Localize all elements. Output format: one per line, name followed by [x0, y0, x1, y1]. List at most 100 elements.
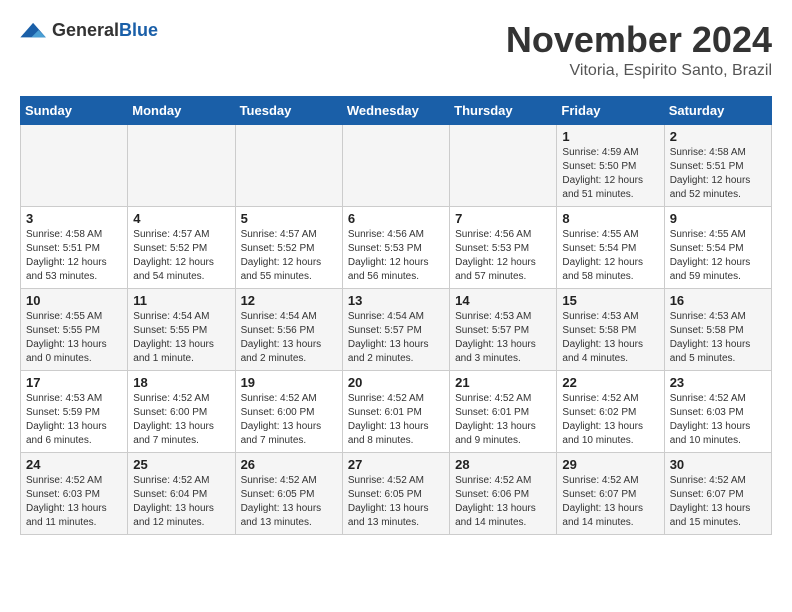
logo-blue-text: Blue	[119, 20, 158, 40]
day-number: 10	[26, 293, 122, 308]
day-number: 17	[26, 375, 122, 390]
calendar-cell: 11 Sunrise: 4:54 AM Sunset: 5:55 PM Dayli…	[128, 288, 235, 370]
logo: GeneralBlue	[20, 20, 158, 41]
week-row-2: 3 Sunrise: 4:58 AM Sunset: 5:51 PM Daylig…	[21, 206, 772, 288]
day-number: 9	[670, 211, 766, 226]
calendar-cell: 16 Sunrise: 4:53 AM Sunset: 5:58 PM Dayli…	[664, 288, 771, 370]
calendar-cell: 17 Sunrise: 4:53 AM Sunset: 5:59 PM Dayli…	[21, 370, 128, 452]
day-info: Sunrise: 4:52 AM Sunset: 6:01 PM Dayligh…	[348, 393, 429, 446]
day-info: Sunrise: 4:58 AM Sunset: 5:51 PM Dayligh…	[26, 229, 107, 282]
calendar-cell: 7 Sunrise: 4:56 AM Sunset: 5:53 PM Daylig…	[450, 206, 557, 288]
day-header-tuesday: Tuesday	[235, 96, 342, 124]
day-number: 7	[455, 211, 551, 226]
day-info: Sunrise: 4:54 AM Sunset: 5:57 PM Dayligh…	[348, 311, 429, 364]
day-info: Sunrise: 4:58 AM Sunset: 5:51 PM Dayligh…	[670, 147, 751, 200]
day-header-saturday: Saturday	[664, 96, 771, 124]
day-number: 18	[133, 375, 229, 390]
day-header-wednesday: Wednesday	[342, 96, 449, 124]
day-number: 28	[455, 457, 551, 472]
day-info: Sunrise: 4:54 AM Sunset: 5:56 PM Dayligh…	[241, 311, 322, 364]
calendar-cell: 5Sunrise: 4:57 AM Sunset: 5:52 PM Daylig…	[235, 206, 342, 288]
calendar-cell: 20Sunrise: 4:52 AM Sunset: 6:01 PM Dayli…	[342, 370, 449, 452]
calendar-cell	[21, 124, 128, 206]
day-info: Sunrise: 4:54 AM Sunset: 5:55 PM Dayligh…	[133, 311, 214, 364]
calendar-cell: 1Sunrise: 4:59 AM Sunset: 5:50 PM Daylig…	[557, 124, 664, 206]
week-row-4: 17 Sunrise: 4:53 AM Sunset: 5:59 PM Dayli…	[21, 370, 772, 452]
calendar-cell: 15Sunrise: 4:53 AM Sunset: 5:58 PM Dayli…	[557, 288, 664, 370]
day-info: Sunrise: 4:55 AM Sunset: 5:54 PM Dayligh…	[670, 229, 751, 282]
day-number: 25	[133, 457, 229, 472]
calendar-cell: 29Sunrise: 4:52 AM Sunset: 6:07 PM Dayli…	[557, 452, 664, 534]
day-info: Sunrise: 4:52 AM Sunset: 6:03 PM Dayligh…	[26, 475, 107, 528]
calendar-cell: 6 Sunrise: 4:56 AM Sunset: 5:53 PM Daylig…	[342, 206, 449, 288]
week-row-5: 24 Sunrise: 4:52 AM Sunset: 6:03 PM Dayli…	[21, 452, 772, 534]
day-number: 19	[241, 375, 337, 390]
day-info: Sunrise: 4:56 AM Sunset: 5:53 PM Dayligh…	[348, 229, 429, 282]
day-number: 4	[133, 211, 229, 226]
day-number: 1	[562, 129, 658, 144]
day-info: Sunrise: 4:52 AM Sunset: 6:04 PM Dayligh…	[133, 475, 214, 528]
day-info: Sunrise: 4:52 AM Sunset: 6:02 PM Dayligh…	[562, 393, 643, 446]
calendar-cell: 24 Sunrise: 4:52 AM Sunset: 6:03 PM Dayli…	[21, 452, 128, 534]
day-header-monday: Monday	[128, 96, 235, 124]
calendar-body: 1Sunrise: 4:59 AM Sunset: 5:50 PM Daylig…	[21, 124, 772, 534]
calendar-cell: 12Sunrise: 4:54 AM Sunset: 5:56 PM Dayli…	[235, 288, 342, 370]
day-number: 16	[670, 293, 766, 308]
location-title: Vitoria, Espirito Santo, Brazil	[506, 62, 772, 80]
calendar-cell: 23Sunrise: 4:52 AM Sunset: 6:03 PM Dayli…	[664, 370, 771, 452]
calendar-cell: 3 Sunrise: 4:58 AM Sunset: 5:51 PM Daylig…	[21, 206, 128, 288]
calendar-cell: 19 Sunrise: 4:52 AM Sunset: 6:00 PM Dayli…	[235, 370, 342, 452]
title-area: November 2024 Vitoria, Espirito Santo, B…	[506, 20, 772, 80]
day-number: 11	[133, 293, 229, 308]
day-number: 24	[26, 457, 122, 472]
month-title: November 2024	[506, 20, 772, 60]
calendar-header-row: SundayMondayTuesdayWednesdayThursdayFrid…	[21, 96, 772, 124]
week-row-3: 10 Sunrise: 4:55 AM Sunset: 5:55 PM Dayli…	[21, 288, 772, 370]
logo-icon	[20, 21, 48, 41]
calendar-cell: 28Sunrise: 4:52 AM Sunset: 6:06 PM Dayli…	[450, 452, 557, 534]
day-info: Sunrise: 4:53 AM Sunset: 5:58 PM Dayligh…	[670, 311, 751, 364]
day-info: Sunrise: 4:55 AM Sunset: 5:55 PM Dayligh…	[26, 311, 107, 364]
calendar-cell	[128, 124, 235, 206]
day-number: 30	[670, 457, 766, 472]
day-number: 2	[670, 129, 766, 144]
calendar-cell	[342, 124, 449, 206]
day-info: Sunrise: 4:53 AM Sunset: 5:59 PM Dayligh…	[26, 393, 107, 446]
calendar-cell: 18Sunrise: 4:52 AM Sunset: 6:00 PM Dayli…	[128, 370, 235, 452]
logo-general-text: General	[52, 20, 119, 40]
day-header-friday: Friday	[557, 96, 664, 124]
calendar-cell: 2 Sunrise: 4:58 AM Sunset: 5:51 PM Daylig…	[664, 124, 771, 206]
day-number: 5	[241, 211, 337, 226]
calendar-table: SundayMondayTuesdayWednesdayThursdayFrid…	[20, 96, 772, 535]
day-info: Sunrise: 4:53 AM Sunset: 5:57 PM Dayligh…	[455, 311, 536, 364]
week-row-1: 1Sunrise: 4:59 AM Sunset: 5:50 PM Daylig…	[21, 124, 772, 206]
calendar-cell: 26Sunrise: 4:52 AM Sunset: 6:05 PM Dayli…	[235, 452, 342, 534]
day-info: Sunrise: 4:55 AM Sunset: 5:54 PM Dayligh…	[562, 229, 643, 282]
day-info: Sunrise: 4:52 AM Sunset: 6:00 PM Dayligh…	[241, 393, 322, 446]
day-header-sunday: Sunday	[21, 96, 128, 124]
calendar-cell: 21 Sunrise: 4:52 AM Sunset: 6:01 PM Dayli…	[450, 370, 557, 452]
day-info: Sunrise: 4:52 AM Sunset: 6:01 PM Dayligh…	[455, 393, 536, 446]
calendar-cell	[235, 124, 342, 206]
calendar-cell: 4Sunrise: 4:57 AM Sunset: 5:52 PM Daylig…	[128, 206, 235, 288]
calendar-cell: 10 Sunrise: 4:55 AM Sunset: 5:55 PM Dayli…	[21, 288, 128, 370]
day-info: Sunrise: 4:52 AM Sunset: 6:07 PM Dayligh…	[670, 475, 751, 528]
calendar-cell: 13 Sunrise: 4:54 AM Sunset: 5:57 PM Dayli…	[342, 288, 449, 370]
calendar-cell: 25 Sunrise: 4:52 AM Sunset: 6:04 PM Dayli…	[128, 452, 235, 534]
day-number: 22	[562, 375, 658, 390]
day-info: Sunrise: 4:53 AM Sunset: 5:58 PM Dayligh…	[562, 311, 643, 364]
calendar-cell: 14 Sunrise: 4:53 AM Sunset: 5:57 PM Dayli…	[450, 288, 557, 370]
day-number: 6	[348, 211, 444, 226]
day-number: 13	[348, 293, 444, 308]
calendar-cell: 9 Sunrise: 4:55 AM Sunset: 5:54 PM Daylig…	[664, 206, 771, 288]
calendar-cell: 22 Sunrise: 4:52 AM Sunset: 6:02 PM Dayli…	[557, 370, 664, 452]
calendar-cell: 30 Sunrise: 4:52 AM Sunset: 6:07 PM Dayli…	[664, 452, 771, 534]
day-info: Sunrise: 4:52 AM Sunset: 6:07 PM Dayligh…	[562, 475, 643, 528]
calendar-cell: 8Sunrise: 4:55 AM Sunset: 5:54 PM Daylig…	[557, 206, 664, 288]
day-number: 21	[455, 375, 551, 390]
day-number: 23	[670, 375, 766, 390]
day-number: 14	[455, 293, 551, 308]
day-number: 3	[26, 211, 122, 226]
page-header: GeneralBlue November 2024 Vitoria, Espir…	[20, 20, 772, 80]
day-info: Sunrise: 4:56 AM Sunset: 5:53 PM Dayligh…	[455, 229, 536, 282]
